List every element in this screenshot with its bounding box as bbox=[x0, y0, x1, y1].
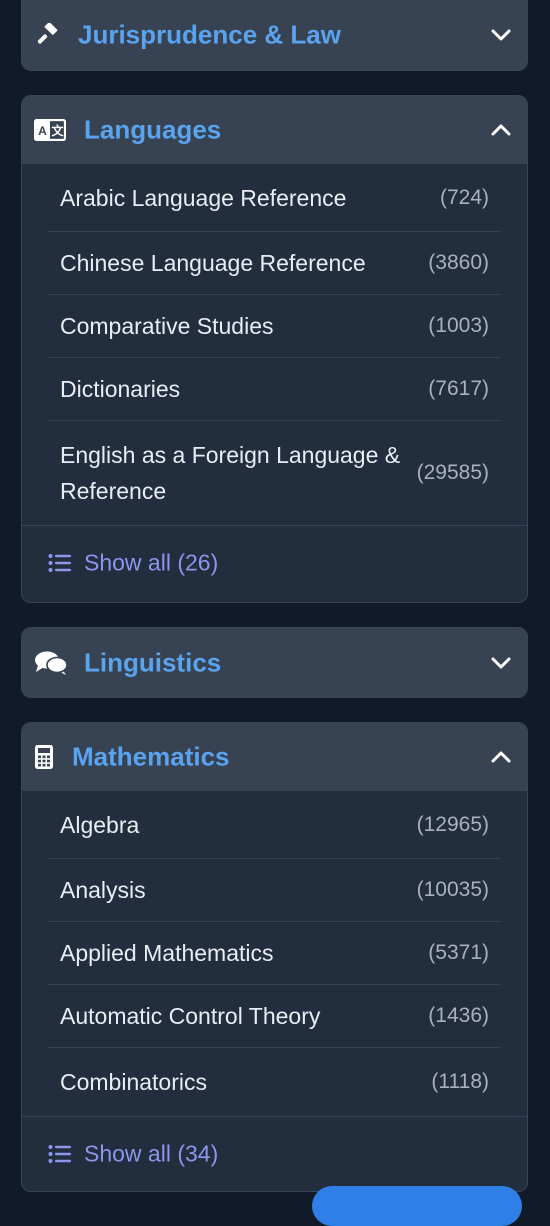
category-panel-linguistics: Linguistics bbox=[21, 627, 528, 698]
category-header-languages[interactable]: A 文 Languages bbox=[22, 96, 527, 164]
chevron-down-icon[interactable] bbox=[489, 651, 513, 675]
category-header-jurisprudence[interactable]: Jurisprudence & Law bbox=[22, 0, 527, 70]
category-header-linguistics[interactable]: Linguistics bbox=[22, 628, 527, 697]
subcategory-item[interactable]: Applied Mathematics (5371) bbox=[48, 922, 501, 985]
subcategory-item[interactable]: Automatic Control Theory (1436) bbox=[48, 985, 501, 1048]
translate-icon: A 文 bbox=[34, 119, 66, 141]
gavel-icon bbox=[36, 23, 60, 47]
floating-action-button[interactable] bbox=[312, 1186, 522, 1226]
subcategory-count: (1118) bbox=[431, 1070, 489, 1093]
subcategory-count: (7617) bbox=[428, 377, 489, 400]
subcategory-label: Algebra bbox=[60, 811, 140, 838]
subcategory-item[interactable]: Combinatorics (1118) bbox=[48, 1048, 501, 1116]
subcategory-label: Analysis bbox=[60, 877, 146, 903]
subcategory-label: English as a Foreign Language & Referenc… bbox=[60, 442, 401, 504]
svg-text:文: 文 bbox=[51, 123, 64, 138]
subcategory-list: Arabic Language Reference (724) Chinese … bbox=[22, 164, 527, 525]
subcategory-count: (29585) bbox=[416, 461, 489, 484]
subcategory-count: (3860) bbox=[428, 251, 489, 274]
subcategory-label: Applied Mathematics bbox=[60, 940, 274, 966]
chevron-up-icon[interactable] bbox=[489, 118, 513, 142]
category-panel-mathematics: Mathematics Algebra (12965) Analysis (10… bbox=[21, 722, 528, 1192]
category-title: Languages bbox=[84, 114, 222, 145]
show-all-label: Show all (34) bbox=[84, 1140, 219, 1167]
chevron-down-icon[interactable] bbox=[489, 23, 513, 47]
subcategory-count: (724) bbox=[439, 185, 489, 209]
subcategory-item[interactable]: Comparative Studies (1003) bbox=[48, 295, 501, 358]
category-panel-jurisprudence: Jurisprudence & Law bbox=[21, 0, 528, 71]
subcategory-label: Arabic Language Reference bbox=[60, 184, 347, 211]
subcategory-count: (12965) bbox=[416, 812, 489, 836]
subcategory-count: (1003) bbox=[428, 314, 489, 337]
show-all-label: Show all (26) bbox=[84, 549, 219, 576]
subcategory-count: (1436) bbox=[428, 1004, 489, 1027]
calculator-icon bbox=[35, 745, 53, 769]
svg-text:A: A bbox=[38, 124, 47, 138]
category-title: Linguistics bbox=[84, 647, 222, 677]
show-all-link[interactable]: Show all (34) bbox=[22, 1116, 527, 1191]
list-icon bbox=[48, 1144, 72, 1164]
subcategory-label: Chinese Language Reference bbox=[60, 250, 366, 276]
category-header-mathematics[interactable]: Mathematics bbox=[22, 723, 527, 791]
subcategory-label: Comparative Studies bbox=[60, 313, 274, 339]
subcategory-item[interactable]: Arabic Language Reference (724) bbox=[48, 164, 501, 232]
subcategory-item[interactable]: Analysis (10035) bbox=[48, 859, 501, 922]
subcategory-count: (5371) bbox=[428, 941, 489, 964]
subcategory-item[interactable]: Algebra (12965) bbox=[48, 791, 501, 859]
category-title: Jurisprudence & Law bbox=[78, 19, 341, 50]
category-title: Mathematics bbox=[72, 741, 230, 772]
list-icon bbox=[48, 553, 72, 573]
subcategory-list: Algebra (12965) Analysis (10035) Applied… bbox=[22, 791, 527, 1116]
subcategory-item[interactable]: Chinese Language Reference (3860) bbox=[48, 232, 501, 295]
subcategory-label: Automatic Control Theory bbox=[60, 1003, 321, 1029]
chevron-up-icon[interactable] bbox=[489, 745, 513, 769]
show-all-link[interactable]: Show all (26) bbox=[22, 525, 527, 600]
subcategory-label: Dictionaries bbox=[60, 376, 181, 402]
chat-bubbles-icon bbox=[34, 650, 68, 676]
subcategory-label: Combinatorics bbox=[60, 1069, 207, 1095]
subcategory-item[interactable]: English as a Foreign Language & Referenc… bbox=[48, 421, 501, 525]
subcategory-item[interactable]: Dictionaries (7617) bbox=[48, 358, 501, 421]
category-panel-languages: A 文 Languages Arabic Language Reference … bbox=[21, 95, 528, 603]
subcategory-count: (10035) bbox=[416, 878, 489, 901]
